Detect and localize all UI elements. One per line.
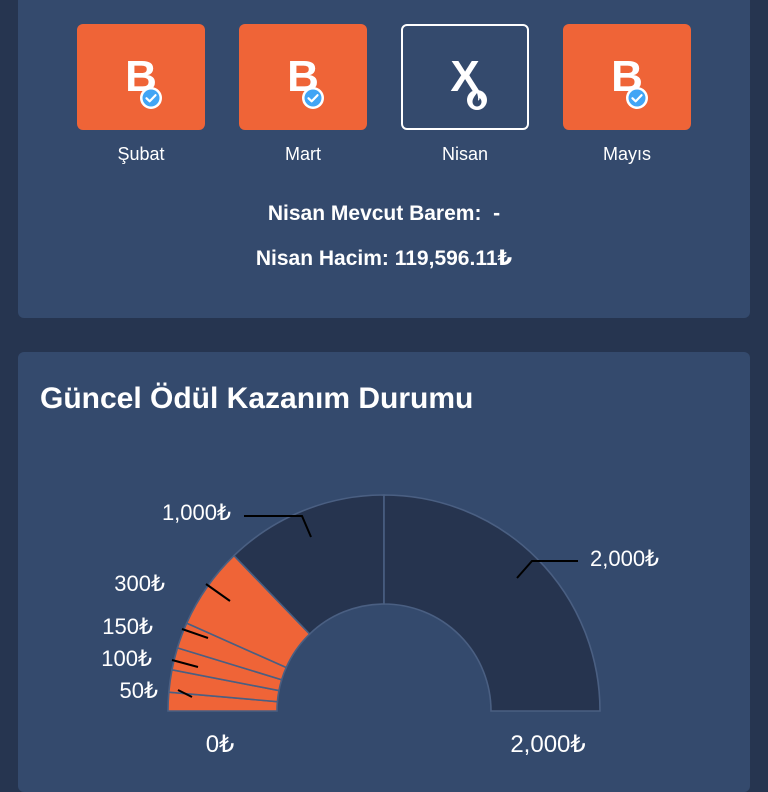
gauge-tier-label: 50₺ xyxy=(120,678,158,703)
gauge-tier-label: 100₺ xyxy=(101,646,152,671)
gauge-min-label: 0₺ xyxy=(206,731,235,758)
gauge-max-label: 2,000₺ xyxy=(510,731,585,758)
gauge-tier-label: 2,000₺ xyxy=(590,546,659,571)
gauge-tier-label: 1,000₺ xyxy=(162,500,231,525)
gauge-tier-label: 150₺ xyxy=(102,614,153,639)
reward-gauge-chart: 50₺ 100₺ 150₺ 300₺ 1,000₺ 2,000₺ 0₺ 2,000₺ xyxy=(101,494,659,758)
gauge-segment-tier-2000 xyxy=(383,494,601,712)
gauge-tier-label: 300₺ xyxy=(114,571,165,596)
